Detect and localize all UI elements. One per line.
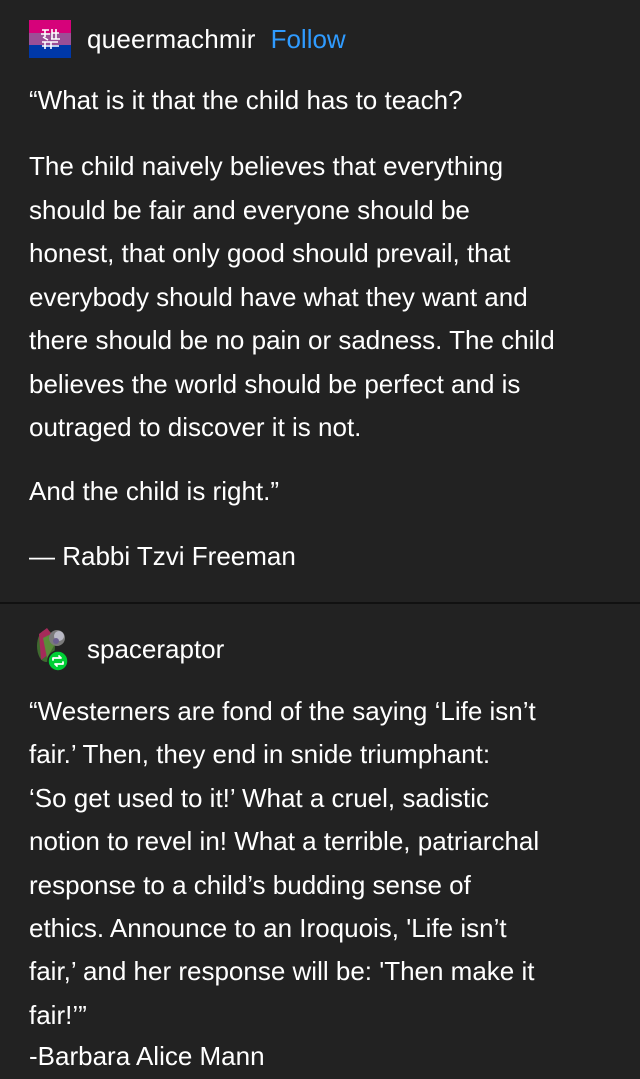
- quote-attribution: -Barbara Alice Mann: [29, 1041, 265, 1071]
- quote-closing: And the child is right.”: [29, 476, 280, 506]
- post-queermachmir: queermachmir Follow “What is it that the…: [0, 0, 640, 603]
- avatar[interactable]: [29, 624, 79, 674]
- quote-opening: “What is it that the child has to teach?: [29, 85, 463, 115]
- bi-flag-glyph-avatar-icon: [41, 29, 60, 49]
- reblog-icon: [47, 650, 69, 672]
- quote-body: The child naively believes that everythi…: [29, 151, 555, 442]
- follow-button[interactable]: Follow: [271, 24, 346, 55]
- post-header: spaceraptor: [29, 624, 224, 674]
- quote-attribution: — Rabbi Tzvi Freeman: [29, 541, 296, 571]
- username[interactable]: spaceraptor: [87, 634, 224, 665]
- avatar[interactable]: [29, 20, 71, 58]
- post-header: queermachmir Follow: [29, 20, 346, 58]
- username[interactable]: queermachmir: [87, 24, 256, 55]
- quote-body: “Westerners are fond of the saying ‘Life…: [29, 696, 540, 1030]
